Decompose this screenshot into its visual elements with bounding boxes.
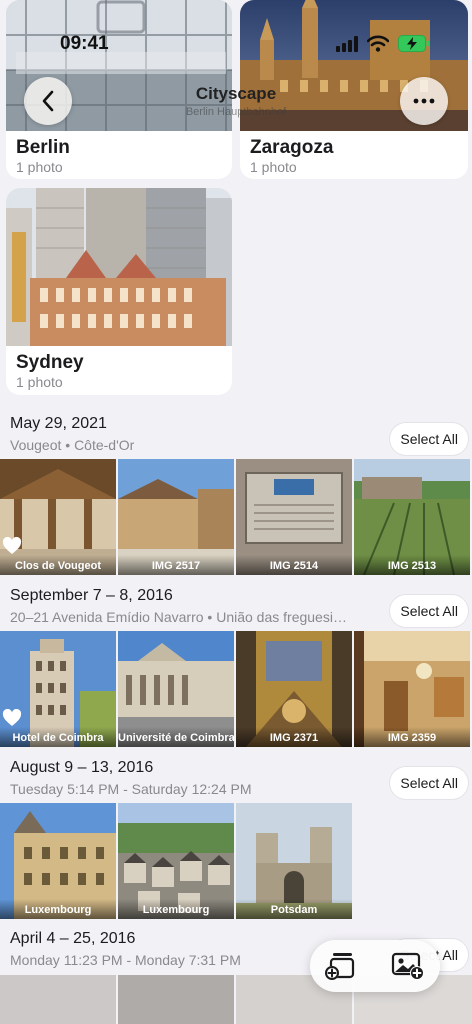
add-to-album-button[interactable] [322,949,358,983]
album-title: Zaragoza [250,137,334,158]
wifi-icon [367,35,389,52]
add-photo-button[interactable] [390,949,426,983]
photo-tile[interactable]: IMG 2517 [118,459,234,575]
photo-tile[interactable]: Université de Coimbra [118,631,234,747]
photo-caption: IMG 2514 [236,555,352,575]
section-subtitle: Tuesday 5:14 PM - Saturday 12:24 PM [10,781,252,797]
album-title: Sydney [16,352,84,373]
select-all-button[interactable]: Select All [390,767,468,799]
section-subtitle: Monday 11:23 PM - Monday 7:31 PM [10,952,241,968]
photo-tile[interactable]: IMG 2514 [236,459,352,575]
section-subtitle: Vougeot • Côte-d'Or [10,437,135,453]
section-title: April 4 – 25, 2016 [10,930,136,947]
photo-caption: Hotel de Coimbra [0,727,116,747]
section-title: August 9 – 13, 2016 [10,759,154,776]
more-button[interactable] [400,77,448,125]
photo-tile[interactable]: Hotel de Coimbra [0,631,116,747]
select-all-button[interactable]: Select All [390,595,468,627]
album-count: 1 photo [16,374,63,390]
album-cover-sydney [6,188,232,346]
album-count: 1 photo [16,159,63,175]
favorite-heart-icon [2,709,22,726]
photo-tile[interactable]: IMG 2359 [354,631,470,747]
add-to-album-icon [325,953,355,980]
ellipsis-icon [413,98,435,104]
photo-caption: Université de Coimbra [118,727,234,747]
status-time: 09:41 [60,33,109,54]
cellular-signal-icon [336,36,358,52]
battery-charging-icon [398,35,429,52]
section-title: May 29, 2021 [10,415,107,432]
album-title: Berlin [16,137,70,158]
photo-tile[interactable]: Luxembourg [0,803,116,919]
photo-caption: IMG 2371 [236,727,352,747]
photo-caption: IMG 2359 [354,727,470,747]
section-title: September 7 – 8, 2016 [10,587,173,604]
album-count: 1 photo [250,159,297,175]
photo-caption: Potsdam [236,899,352,919]
photo-caption: IMG 2517 [118,555,234,575]
photo-caption: Luxembourg [0,899,116,919]
photo-caption: Luxembourg [118,899,234,919]
album-card-sydney[interactable]: Sydney 1 photo [6,188,232,395]
photo-tile[interactable]: Potsdam [236,803,352,919]
photo-tile[interactable]: IMG 2513 [354,459,470,575]
add-photo-icon [391,952,424,980]
photo-caption: Clos de Vougeot [0,555,116,575]
floating-toolbar [310,940,440,992]
photo-tile[interactable]: Clos de Vougeot [0,459,116,575]
select-all-button[interactable]: Select All [390,423,468,455]
favorite-heart-icon [2,537,22,554]
photo-tile[interactable]: IMG 2371 [236,631,352,747]
photo-tile[interactable]: Luxembourg [118,803,234,919]
section-subtitle: 20–21 Avenida Emídio Navarro • União das… [10,609,347,625]
photo-caption: IMG 2513 [354,555,470,575]
